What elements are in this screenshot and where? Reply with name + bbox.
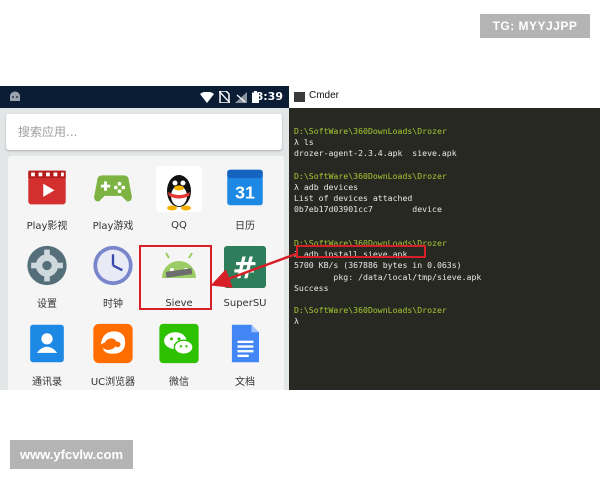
terminal-title: Cmder [309, 90, 340, 101]
app-contacts[interactable]: 通讯录 [16, 312, 78, 388]
app-label: QQ [171, 220, 187, 231]
wifi-icon [200, 91, 214, 103]
signal-icon [235, 91, 247, 103]
app-label: UC浏览器 [90, 377, 136, 388]
app-wechat[interactable]: 微信 [148, 312, 210, 388]
android-robot-icon [10, 91, 20, 101]
wechat-icon [159, 323, 199, 364]
app-docs[interactable]: 文档 [214, 312, 276, 388]
app-calendar[interactable]: 31 日历 [214, 156, 276, 232]
terminal-output-line: pkg: /data/local/tmp/sieve.apk [294, 271, 482, 282]
terminal-output-line: 0b7eb17d03901cc7 device [294, 204, 442, 215]
install-command-highlight-box [296, 245, 426, 258]
app-qq[interactable]: QQ [148, 156, 210, 232]
clock-icon [93, 245, 133, 286]
app-label: 通讯录 [32, 377, 62, 388]
terminal-title-bar: Cmder [289, 86, 600, 108]
status-time: 8:39 [255, 90, 283, 103]
app-settings[interactable]: 设置 [16, 234, 78, 310]
docs-icon [231, 324, 260, 363]
app-label: 时钟 [103, 299, 123, 310]
terminal-command-line: λ ls [294, 137, 314, 148]
terminal-command-line: λ [294, 316, 299, 327]
app-clock[interactable]: 时钟 [82, 234, 144, 310]
terminal-output[interactable]: D:\SoftWare\360DownLoads\Drozer λ ls droze… [294, 126, 481, 328]
sieve-highlight-box [139, 245, 212, 310]
screenshot-page: TG: MYYJJPP 8:39 搜索应用... Play影视 Play游戏 Q… [0, 0, 600, 480]
tg-watermark: TG: MYYJJPP [480, 14, 590, 38]
app-label: Play游戏 [92, 221, 134, 232]
app-label: 设置 [37, 299, 57, 310]
calendar-icon: 31 [227, 169, 263, 206]
app-play-movies[interactable]: Play影视 [16, 156, 78, 232]
cmder-app-icon [294, 92, 305, 102]
app-uc-browser[interactable]: UC浏览器 [82, 312, 144, 388]
app-label: 文档 [235, 377, 255, 388]
no-sim-icon [219, 91, 230, 103]
app-label: Play影视 [26, 221, 68, 232]
terminal-command-line: λ adb devices [294, 182, 359, 193]
supersu-hash-icon: # [224, 246, 266, 288]
terminal-prompt-path: D:\SoftWare\360DownLoads\Drozer [294, 126, 447, 136]
app-label: SuperSU [223, 298, 267, 309]
terminal-output-line: Success [294, 282, 329, 293]
uc-browser-icon [93, 323, 133, 364]
android-app-drawer: 8:39 Play影视 Pl [0, 86, 289, 390]
app-play-games[interactable]: Play游戏 [82, 156, 144, 232]
terminal-output-line: 5700 KB/s (367886 bytes in 0.063s) [294, 260, 462, 271]
play-movies-icon [28, 170, 66, 205]
calendar-day: 31 [235, 183, 255, 203]
cmder-terminal-window: Cmder D:\SoftWare\360DownLoads\Drozer λ l… [289, 86, 600, 390]
play-games-icon [94, 175, 132, 202]
status-bar: 8:39 [0, 86, 289, 108]
contacts-icon [30, 324, 64, 363]
app-supersu[interactable]: # SuperSU [214, 234, 276, 310]
terminal-output-line: List of devices attached [294, 193, 413, 204]
terminal-output-line: drozer-agent-2.3.4.apk sieve.apk [294, 148, 457, 159]
terminal-prompt-path: D:\SoftWare\360DownLoads\Drozer [294, 170, 447, 181]
terminal-prompt-path: D:\SoftWare\360DownLoads\Drozer [294, 305, 447, 316]
qq-penguin-icon [156, 166, 202, 212]
app-search-input[interactable] [6, 114, 282, 150]
app-label: 日历 [235, 221, 255, 232]
site-watermark: www.yfcvlw.com [10, 440, 133, 469]
app-search-bar[interactable] [6, 114, 282, 150]
settings-gear-icon [27, 245, 67, 286]
app-label: 微信 [169, 377, 189, 388]
supersu-glyph: # [232, 251, 257, 286]
